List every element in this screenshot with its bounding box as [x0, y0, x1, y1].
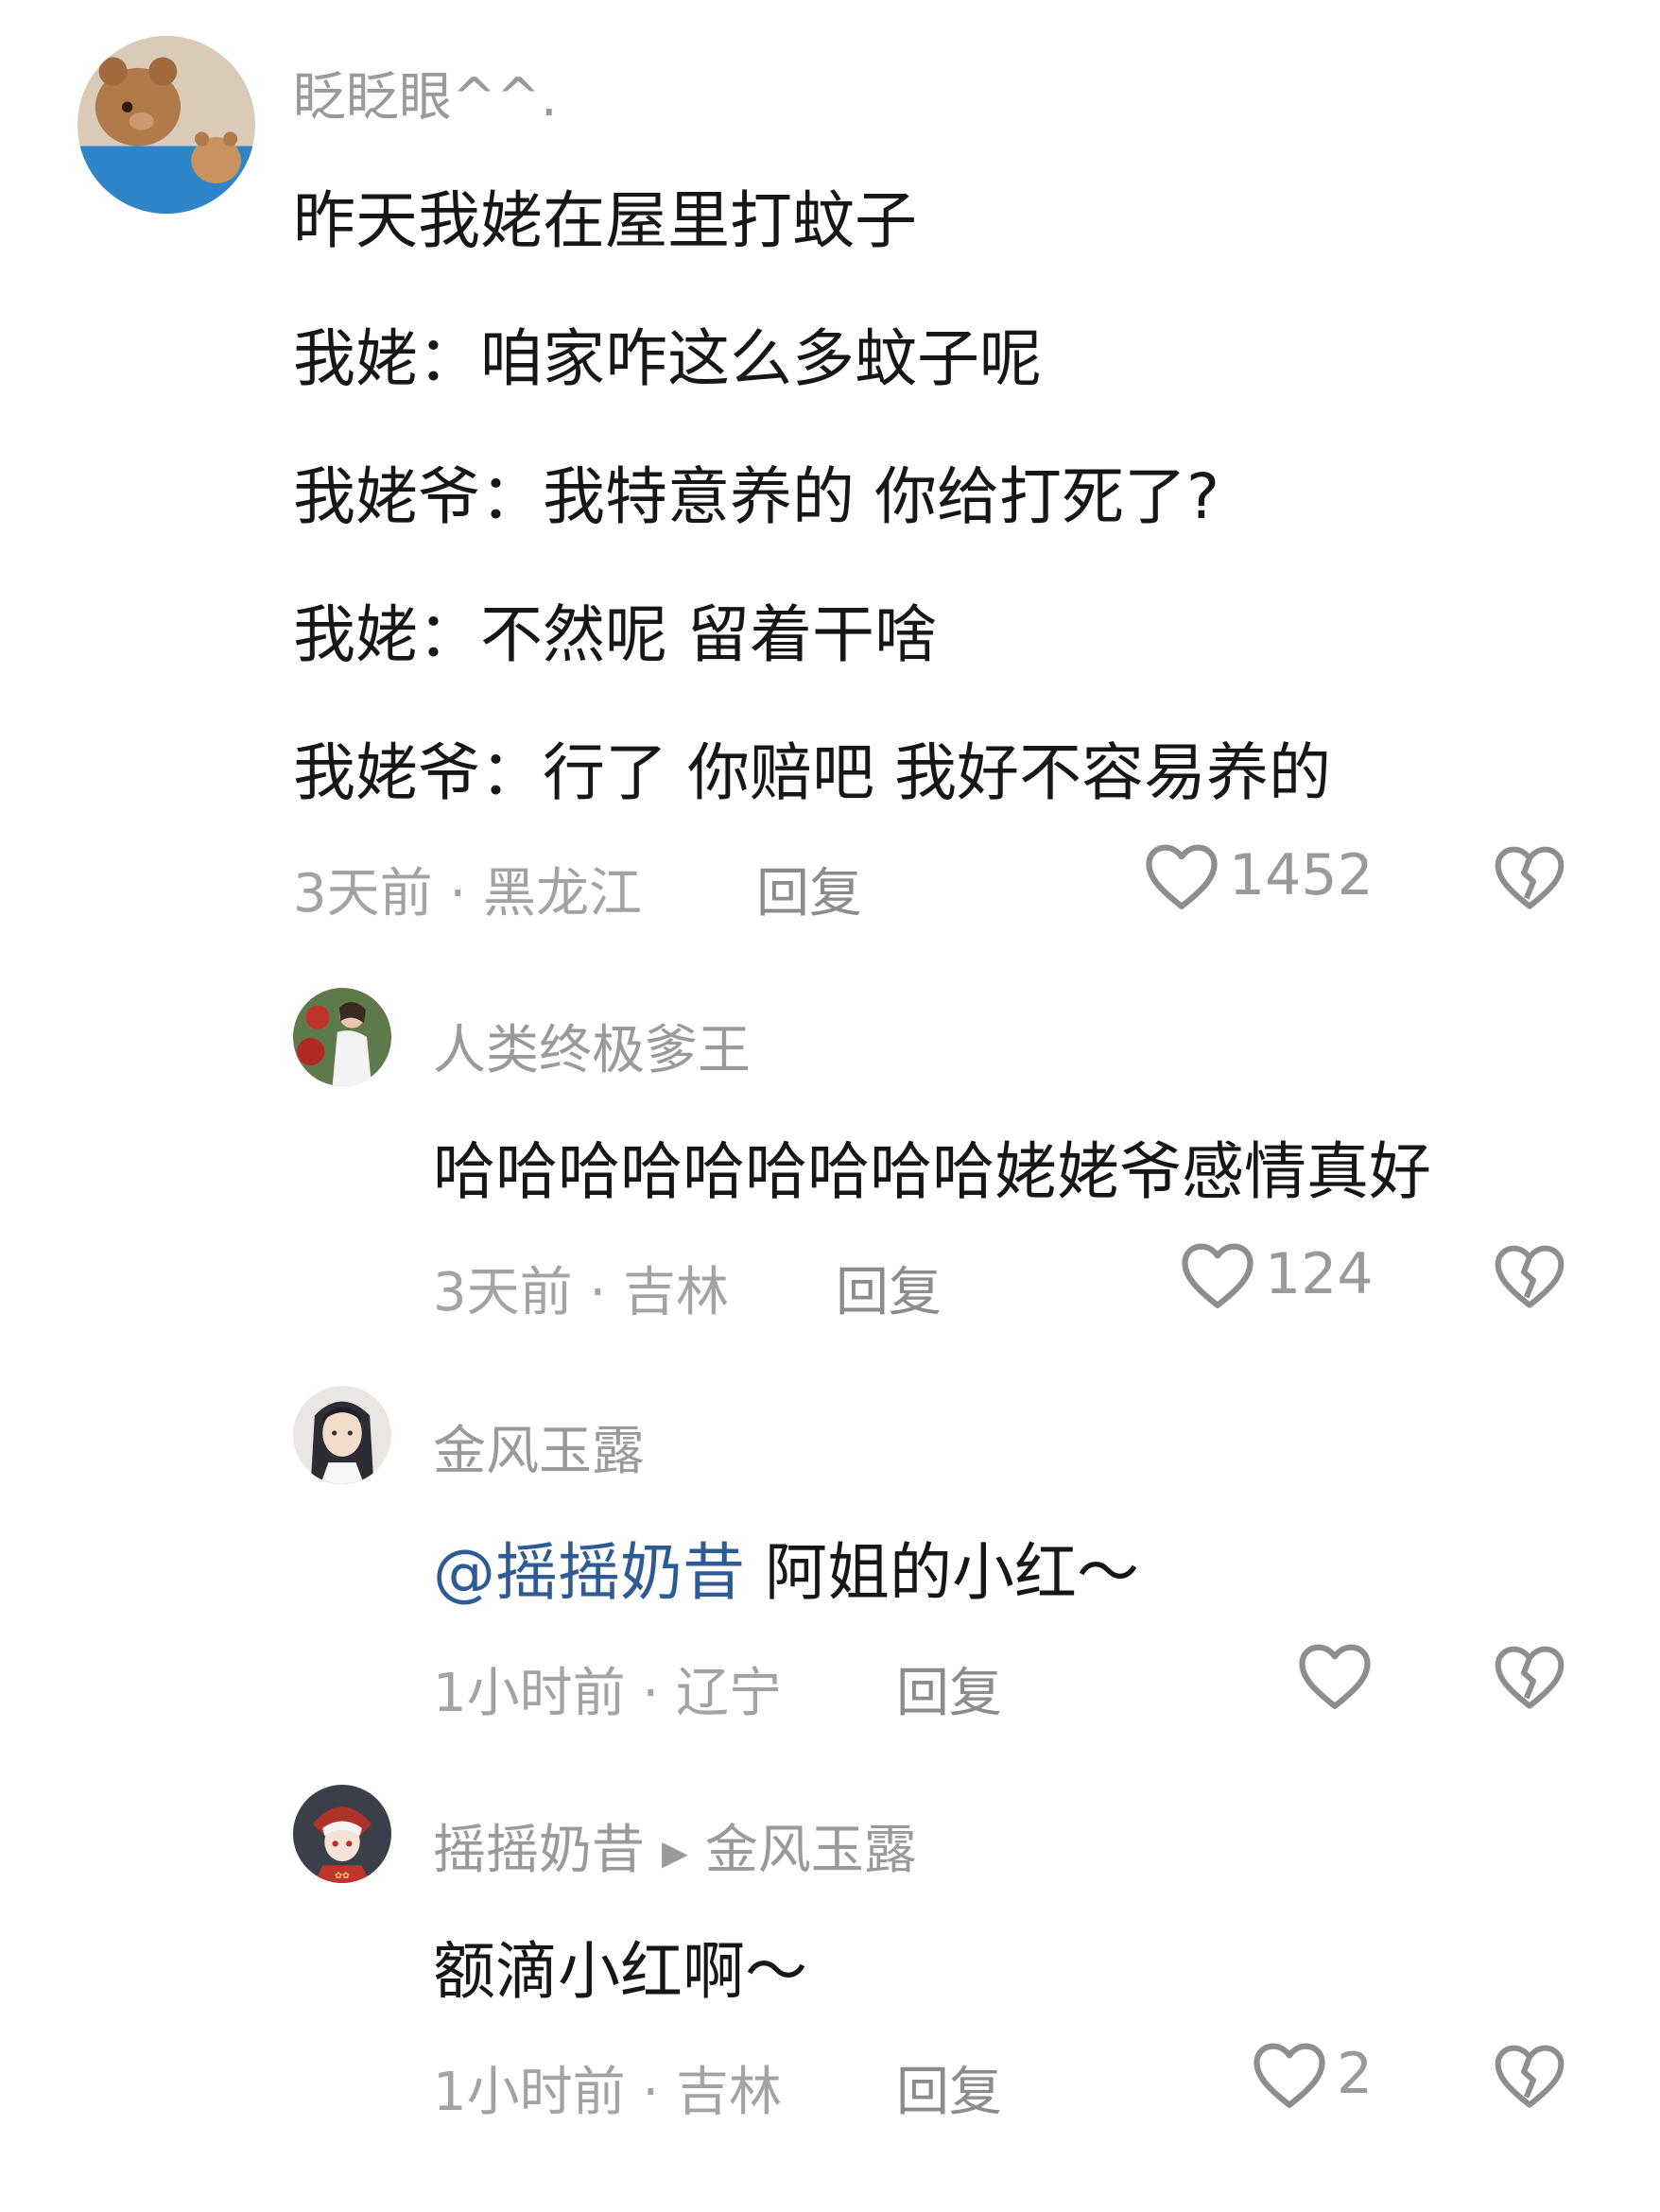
- broken-heart-icon: [1495, 2045, 1565, 2108]
- comment-line: 昨天我姥在屋里打蚊子: [293, 184, 917, 257]
- reply-button[interactable]: 回复: [896, 1650, 1002, 1727]
- avatar[interactable]: [293, 988, 391, 1086]
- comment-line: 我姥：咱家咋这么多蚊子呢: [293, 322, 1042, 395]
- like-count: 1452: [1229, 842, 1374, 908]
- heart-outline-icon: [1254, 2043, 1325, 2108]
- like-button[interactable]: 1452: [1142, 839, 1374, 911]
- dislike-button[interactable]: [1492, 1641, 1567, 1711]
- username[interactable]: 金风玉露: [433, 1408, 645, 1485]
- broken-heart-icon: [1495, 846, 1565, 909]
- dislike-button[interactable]: [1492, 841, 1567, 911]
- comment-meta: 1小时前 · 辽宁: [433, 1663, 783, 1724]
- like-button[interactable]: [1295, 1639, 1375, 1711]
- heart-outline-icon: [1146, 844, 1218, 909]
- reply-button[interactable]: 回复: [896, 2049, 1002, 2126]
- comment-text: 额滴小红啊～: [433, 1935, 807, 2008]
- comment-meta: 3天前 · 吉林: [433, 1262, 730, 1323]
- username[interactable]: 摇摇奶昔: [433, 1820, 645, 1881]
- mention-link[interactable]: @摇摇奶昔: [433, 1536, 745, 1609]
- dislike-button[interactable]: [1492, 1240, 1567, 1310]
- comment-text: @摇摇奶昔 阿姐的小红～: [433, 1522, 1139, 1613]
- username[interactable]: 人类终极爹王: [433, 1008, 751, 1084]
- comment-line: 我姥爷：行了 你赔吧 我好不容易养的: [293, 736, 1331, 809]
- play-triangle-icon: ▶: [662, 1834, 688, 1874]
- reply-button[interactable]: 回复: [836, 1250, 942, 1326]
- avatar[interactable]: ✿✿: [293, 1785, 391, 1883]
- username-line: 摇摇奶昔 ▶ 金风玉露: [433, 1807, 917, 1884]
- broken-heart-icon: [1495, 1646, 1565, 1709]
- heart-outline-icon: [1182, 1243, 1254, 1308]
- comment-meta: 1小时前 · 吉林: [433, 2062, 783, 2123]
- comment-line: 我姥：不然呢 留着干啥: [293, 598, 937, 671]
- broken-heart-icon: [1495, 1245, 1565, 1308]
- dislike-button[interactable]: [1492, 2040, 1567, 2110]
- comment-text: 哈哈哈哈哈哈哈哈哈姥姥爷感情真好: [433, 1135, 1431, 1208]
- avatar[interactable]: [78, 36, 255, 214]
- reply-button[interactable]: 回复: [756, 851, 862, 927]
- like-count: 124: [1265, 1241, 1374, 1307]
- reply-to-username[interactable]: 金风玉露: [705, 1820, 917, 1881]
- like-count: 2: [1337, 2041, 1374, 2107]
- comment-meta: 3天前 · 黑龙江: [293, 863, 643, 925]
- comment-line: 我姥爷：我特意养的 你给打死了?: [293, 460, 1220, 533]
- avatar[interactable]: [293, 1386, 391, 1484]
- comment-text-body: 阿姐的小红～: [745, 1536, 1139, 1609]
- username[interactable]: 眨眨眼^^.: [293, 55, 558, 131]
- svg-text:✿✿: ✿✿: [335, 1871, 350, 1881]
- like-button[interactable]: 2: [1250, 2038, 1373, 2110]
- like-button[interactable]: 124: [1178, 1238, 1374, 1310]
- heart-outline-icon: [1299, 1644, 1371, 1709]
